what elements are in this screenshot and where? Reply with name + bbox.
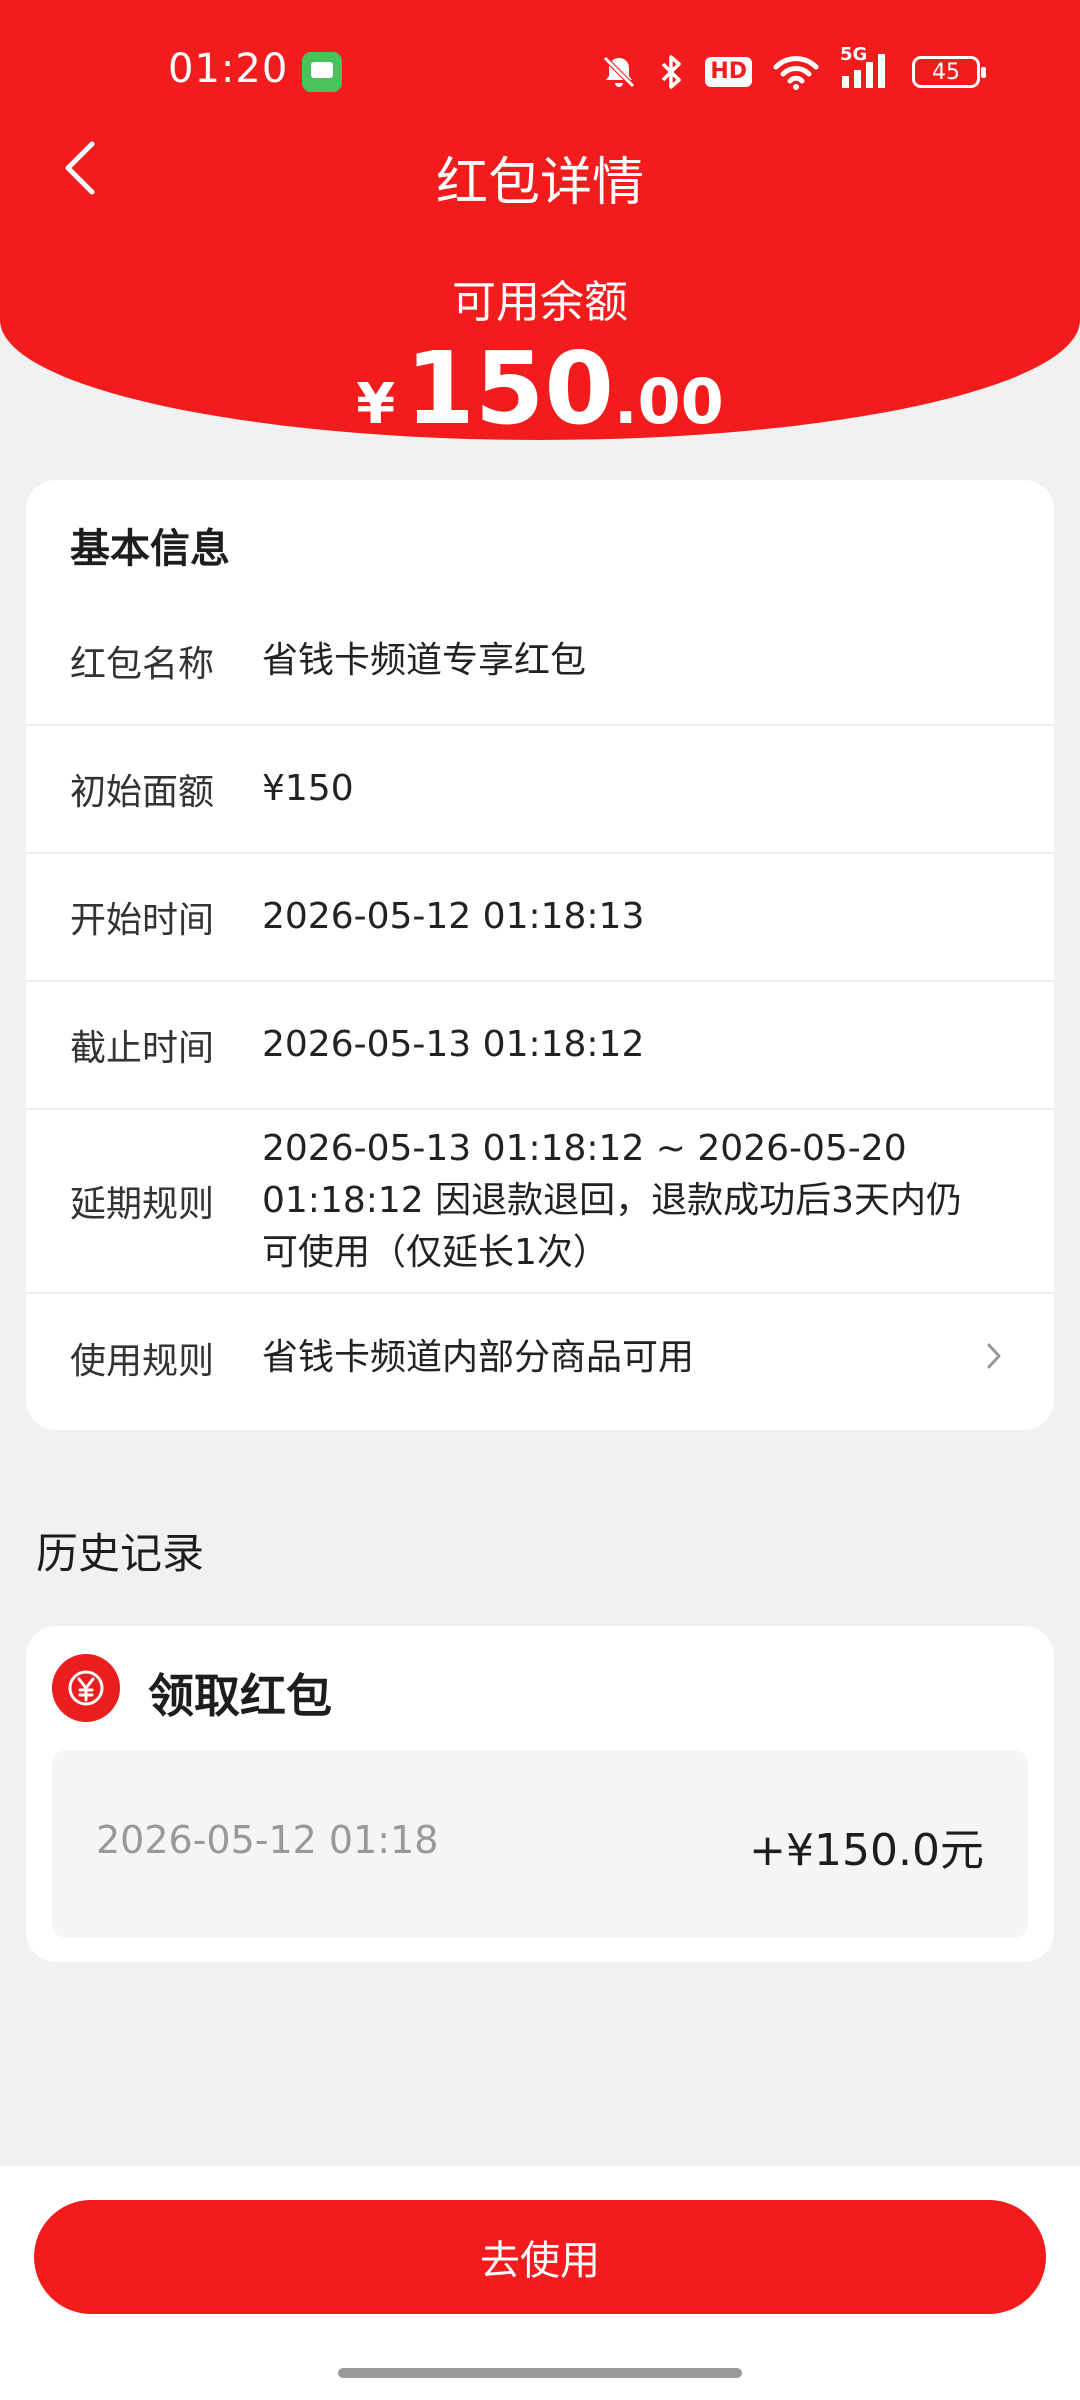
record-amount: +¥150.0元 [749, 1825, 984, 1876]
record-type: 领取红包 [148, 1669, 332, 1723]
info-row-value: 省钱卡频道专享红包 [262, 640, 587, 681]
history-title: 历史记录 [36, 1529, 205, 1578]
hd-badge: HD [705, 57, 752, 87]
wifi-icon [772, 53, 820, 91]
info-row-usage-rule[interactable]: 使用规则 省钱卡频道内部分商品可用 [26, 1294, 1054, 1422]
chevron-right-icon [984, 1340, 1004, 1376]
balance-decimal: .00 [613, 365, 724, 438]
info-row-value: 2026-05-13 01:18:12 ~ 2026-05-20 01:18:1… [262, 1128, 963, 1273]
history-card: 领取红包 2026-05-12 01:18 +¥150.0元 [26, 1626, 1054, 1962]
info-row-start-time: 开始时间 2026-05-12 01:18:13 [26, 854, 1054, 982]
info-row-label: 红包名称 [70, 644, 215, 685]
info-row-label: 使用规则 [70, 1341, 215, 1382]
signal-5g-icon: 5G [840, 44, 892, 92]
status-icons: HD 5G 45 [599, 44, 986, 96]
info-row-extension-rule: 延期规则 2026-05-13 01:18:12 ~ 2026-05-20 01… [26, 1110, 1054, 1294]
page-title: 红包详情 [435, 153, 644, 213]
balance-label: 可用余额 [452, 277, 628, 328]
info-row-label: 截止时间 [70, 1028, 215, 1069]
info-row-value: 2026-05-12 01:18:13 [262, 896, 645, 937]
info-row-label: 延期规则 [70, 1184, 215, 1225]
network-type-label: 5G [840, 44, 868, 65]
info-row-value: 省钱卡频道内部分商品可用 [262, 1337, 695, 1378]
use-button[interactable]: 去使用 [34, 2200, 1046, 2314]
info-row-name: 红包名称 省钱卡频道专享红包 [26, 598, 1054, 726]
balance-amount: ¥150.00 [0, 330, 1080, 447]
status-bar: 01:20 HD 5G 45 [0, 0, 1080, 140]
history-record: 2026-05-12 01:18 +¥150.0元 [52, 1750, 1028, 1938]
home-indicator[interactable] [338, 2368, 742, 2378]
balance-currency: ¥ [356, 372, 396, 437]
bell-muted-icon [599, 52, 639, 92]
bluetooth-icon [659, 52, 685, 92]
info-row-label: 开始时间 [70, 900, 215, 941]
info-row-label: 初始面额 [70, 772, 215, 813]
info-row-end-time: 截止时间 2026-05-13 01:18:12 [26, 982, 1054, 1110]
info-row-initial-amount: 初始面额 ¥150 [26, 726, 1054, 854]
basic-info-card: 基本信息 红包名称 省钱卡频道专享红包 初始面额 ¥150 开始时间 2026-… [26, 480, 1054, 1430]
record-time: 2026-05-12 01:18 [96, 1818, 439, 1862]
basic-info-title: 基本信息 [70, 526, 230, 572]
info-row-value: 2026-05-13 01:18:12 [262, 1024, 645, 1065]
status-time: 01:20 [168, 46, 289, 92]
red-packet-icon [52, 1654, 120, 1722]
info-row-value: ¥150 [262, 768, 354, 809]
battery-indicator: 45 [912, 56, 986, 88]
battery-level: 45 [932, 59, 960, 85]
message-notification-icon [302, 52, 342, 92]
balance-integer: 150 [405, 330, 614, 447]
